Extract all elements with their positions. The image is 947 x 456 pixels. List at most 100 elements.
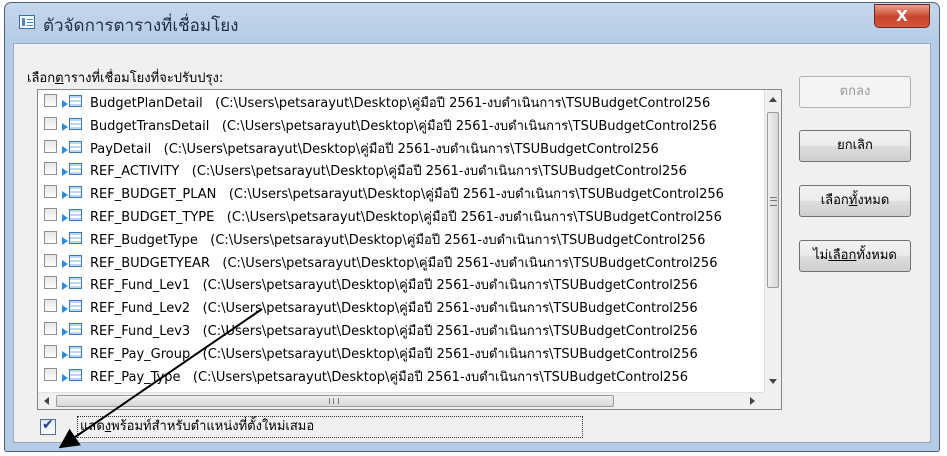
table-checkbox[interactable] [44,344,57,358]
linked-table-icon [62,299,84,314]
linked-tables-list[interactable]: BudgetPlanDetail (C:\Users\petsarayut\De… [37,89,782,410]
table-path: (C:\Users\petsarayut\Desktop\คู่มือปี 25… [202,323,698,339]
linked-table-icon [62,94,84,109]
linked-table-icon [62,208,84,223]
table-name: REF_BUDGET_PLAN [90,187,217,203]
table-row[interactable]: REF_BUDGET_PLAN (C:\Users\petsarayut\Des… [38,181,765,204]
linked-table-icon [62,345,84,360]
linked-table-icon [62,117,84,132]
table-entry-text: REF_Pay_Type (C:\Users\petsarayut\Deskto… [90,366,688,387]
table-checkbox[interactable] [44,299,57,313]
table-name: REF_Pay_Type [90,369,181,385]
window-title: ตัวจัดการตารางที่เชื่อมโยง [43,16,239,36]
table-path: (C:\Users\petsarayut\Desktop\คู่มือปี 25… [192,369,688,385]
table-entry-text: REF_Fund_Lev1 (C:\Users\petsarayut\Deskt… [90,274,698,295]
linked-table-icon [62,185,84,200]
table-checkbox[interactable] [44,367,57,381]
table-path: (C:\Users\petsarayut\Desktop\คู่มือปี 25… [202,301,698,317]
table-entry-text: REF_ACTIVITY (C:\Users\petsarayut\Deskto… [90,160,687,181]
table-row[interactable]: REF_Pay_Group (C:\Users\petsarayut\Deskt… [38,341,765,364]
dialog-body: เลือกตารางที่เชื่อมโยงที่จะปรับปรุง: Bud… [13,43,931,443]
table-row[interactable]: REF_ACTIVITY (C:\Users\petsarayut\Deskto… [38,158,765,181]
table-checkbox[interactable] [44,116,57,130]
linked-table-icon [62,322,84,337]
table-path: (C:\Users\petsarayut\Desktop\คู่มือปี 25… [215,96,711,111]
table-checkbox[interactable] [44,94,57,107]
table-checkbox[interactable] [44,185,57,199]
table-name: BudgetTransDetail [90,118,210,134]
close-button[interactable]: X [874,4,930,28]
grip-icon [329,398,339,404]
table-entry-text: REF_BUDGETYEAR (C:\Users\petsarayut\Desk… [90,252,717,273]
table-row[interactable]: PayDetail (C:\Users\petsarayut\Desktop\ค… [38,136,765,159]
select-all-button[interactable]: เลือกทั้งหมด [799,185,911,217]
table-name: REF_Fund_Lev2 [90,301,191,317]
deselect-all-button[interactable]: ไม่เลือกทั้งหมด [799,240,911,272]
scroll-right-arrow-icon[interactable] [750,397,755,405]
table-row[interactable]: BudgetTransDetail (C:\Users\petsarayut\D… [38,113,765,136]
table-entry-text: REF_Fund_Lev2 (C:\Users\petsarayut\Deskt… [90,297,698,318]
table-name: BudgetPlanDetail [90,96,203,111]
table-row[interactable]: REF_BUDGET_TYPE (C:\Users\petsarayut\Des… [38,204,765,227]
table-row[interactable]: REF_BUDGETYEAR (C:\Users\petsarayut\Desk… [38,250,765,273]
scroll-down-arrow-icon[interactable] [769,379,777,384]
always-prompt-label[interactable]: แสดงพร้อมท์สำหรับตำแหน่งที่ตั้งใหม่เสมอ [77,416,583,438]
linked-table-icon [62,162,84,177]
table-name: REF_Pay_Group [90,346,191,362]
linked-table-icon [62,276,84,291]
always-prompt-checkbox[interactable]: ✔ [40,417,56,435]
table-entry-text: REF_BUDGET_TYPE (C:\Users\petsarayut\Des… [90,206,722,227]
table-path: (C:\Users\petsarayut\Desktop\คู่มือปี 25… [228,187,724,203]
table-row[interactable]: REF_Fund_Lev1 (C:\Users\petsarayut\Deskt… [38,272,765,295]
scrollbar-corner [764,392,781,409]
ok-button[interactable]: ตกลง [799,76,911,108]
scroll-left-arrow-icon[interactable] [44,397,49,405]
table-row[interactable]: REF_BudgetType (C:\Users\petsarayut\Desk… [38,227,765,250]
linked-table-icon [62,254,84,269]
table-entry-text: BudgetPlanDetail (C:\Users\petsarayut\De… [90,92,710,113]
horizontal-scrollbar[interactable] [38,392,765,409]
table-name: REF_Fund_Lev1 [90,278,191,294]
table-name: REF_BUDGETYEAR [90,255,210,271]
table-entry-text: REF_Pay_Group (C:\Users\petsarayut\Deskt… [90,343,698,364]
table-checkbox[interactable] [44,321,57,335]
list-prompt: เลือกตารางที่เชื่อมโยงที่จะปรับปรุง: [27,71,224,86]
table-name: PayDetail [90,141,152,157]
linked-table-icon [62,368,84,383]
table-entry-text: REF_Fund_Lev3 (C:\Users\petsarayut\Deskt… [90,320,698,341]
table-checkbox[interactable] [44,276,57,290]
table-checkbox[interactable] [44,162,57,176]
table-checkbox[interactable] [44,253,57,267]
table-path: (C:\Users\petsarayut\Desktop\คู่มือปี 25… [226,209,722,225]
table-entry-text: REF_BudgetType (C:\Users\petsarayut\Desk… [90,229,705,250]
linked-table-manager-window: ตัวจัดการตารางที่เชื่อมโยง X เลือกตารางท… [4,2,940,452]
table-path: (C:\Users\petsarayut\Desktop\คู่มือปี 25… [202,346,698,362]
table-manager-icon [19,15,35,29]
table-path: (C:\Users\petsarayut\Desktop\คู่มือปี 25… [222,255,718,271]
table-path: (C:\Users\petsarayut\Desktop\คู่มือปี 25… [202,278,698,294]
table-row[interactable]: REF_Fund_Lev3 (C:\Users\petsarayut\Deskt… [38,318,765,341]
table-checkbox[interactable] [44,230,57,244]
table-row[interactable]: REF_Pay_Type (C:\Users\petsarayut\Deskto… [38,364,765,387]
vertical-scroll-thumb[interactable] [767,112,779,288]
cancel-button[interactable]: ยกเลิก [799,130,911,162]
vertical-scrollbar[interactable] [764,90,781,393]
scroll-up-arrow-icon[interactable] [769,97,777,102]
table-name: REF_BudgetType [90,232,198,248]
horizontal-scroll-thumb[interactable] [56,395,614,407]
linked-table-icon [62,140,84,155]
table-checkbox[interactable] [44,207,57,221]
title-bar[interactable]: ตัวจัดการตารางที่เชื่อมโยง X [5,3,939,43]
table-path: (C:\Users\petsarayut\Desktop\คู่มือปี 25… [221,118,717,134]
table-row[interactable]: BudgetPlanDetail (C:\Users\petsarayut\De… [38,90,765,113]
table-checkbox[interactable] [44,139,57,153]
table-path: (C:\Users\petsarayut\Desktop\คู่มือปี 25… [191,164,687,180]
table-entry-text: PayDetail (C:\Users\petsarayut\Desktop\ค… [90,138,659,159]
table-entry-text: BudgetTransDetail (C:\Users\petsarayut\D… [90,115,717,136]
table-name: REF_BUDGET_TYPE [90,209,215,225]
table-path: (C:\Users\petsarayut\Desktop\คู่มือปี 25… [210,232,706,248]
table-name: REF_ACTIVITY [90,164,180,180]
table-path: (C:\Users\petsarayut\Desktop\คู่มือปี 25… [163,141,659,157]
table-name: REF_Fund_Lev3 [90,323,191,339]
table-row[interactable]: REF_Fund_Lev2 (C:\Users\petsarayut\Deskt… [38,295,765,318]
